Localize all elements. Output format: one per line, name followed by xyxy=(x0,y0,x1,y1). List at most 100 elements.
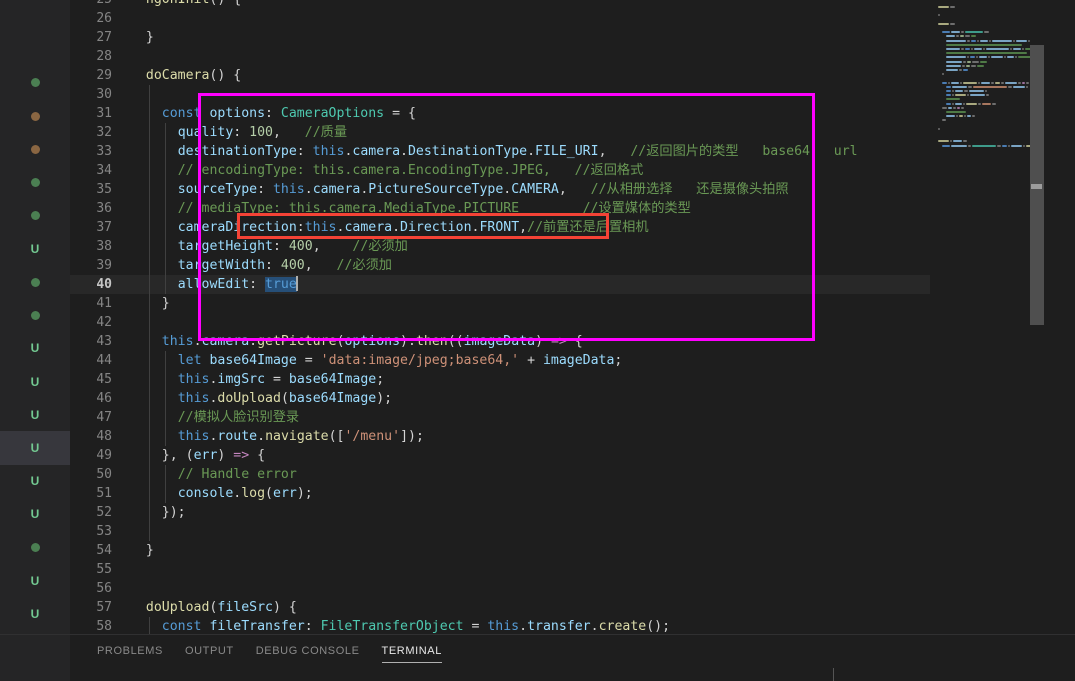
code-line[interactable]: 40 allowEdit: true xyxy=(70,275,1005,294)
scrollbar-thumb[interactable] xyxy=(1030,45,1044,325)
line-content[interactable]: let base64Image = 'data:image/jpeg;base6… xyxy=(130,351,1005,370)
explorer-row[interactable]: U xyxy=(0,597,70,630)
line-content[interactable]: this.route.navigate(['/menu']); xyxy=(130,427,1005,446)
line-content[interactable]: }); xyxy=(130,503,1005,522)
panel-tab-bar[interactable]: PROBLEMS OUTPUT DEBUG CONSOLE TERMINAL xyxy=(86,635,453,667)
line-content[interactable]: }, (err) => { xyxy=(130,446,1005,465)
code-line[interactable]: 33 destinationType: this.camera.Destinati… xyxy=(70,142,1005,161)
line-content[interactable]: destinationType: this.camera.Destination… xyxy=(130,142,1005,161)
code-line[interactable]: 56 xyxy=(70,579,1005,598)
line-content[interactable] xyxy=(130,522,1005,541)
code-line[interactable]: 44 let base64Image = 'data:image/jpeg;bas… xyxy=(70,351,1005,370)
editor-minimap[interactable] xyxy=(930,0,1030,634)
line-content[interactable] xyxy=(130,313,1005,332)
explorer-row[interactable]: U xyxy=(0,564,70,597)
panel-tab-output[interactable]: OUTPUT xyxy=(174,635,245,667)
panel-tab-terminal[interactable]: TERMINAL xyxy=(371,635,453,667)
explorer-row[interactable] xyxy=(0,299,70,332)
code-line[interactable]: 29 doCamera() { xyxy=(70,66,1005,85)
line-content[interactable]: cameraDirection:this.camera.Direction.FR… xyxy=(130,218,1005,237)
explorer-row[interactable]: U xyxy=(0,498,70,531)
code-line[interactable]: 45 this.imgSrc = base64Image; xyxy=(70,370,1005,389)
minimap-line xyxy=(955,90,963,92)
explorer-row[interactable]: U xyxy=(0,365,70,398)
code-line[interactable]: 37 cameraDirection:this.camera.Direction.… xyxy=(70,218,1005,237)
line-content[interactable]: } xyxy=(130,294,1005,313)
code-line[interactable]: 46 this.doUpload(base64Image); xyxy=(70,389,1005,408)
line-content[interactable]: // encodingType: this.camera.EncodingTyp… xyxy=(130,161,1005,180)
indent-guide xyxy=(164,161,166,180)
line-content[interactable] xyxy=(130,560,1005,579)
explorer-row[interactable]: U xyxy=(0,431,70,465)
code-line[interactable]: 32 quality: 100, //质量 xyxy=(70,123,1005,142)
line-content[interactable] xyxy=(130,85,1005,104)
code-line[interactable]: 25ngOnInit() { xyxy=(70,0,1005,9)
explorer-row[interactable]: U xyxy=(0,398,70,431)
explorer-row[interactable]: U xyxy=(0,232,70,265)
code-line[interactable]: 35 sourceType: this.camera.PictureSourceT… xyxy=(70,180,1005,199)
line-content[interactable]: quality: 100, //质量 xyxy=(130,123,1005,142)
code-line[interactable]: 27} xyxy=(70,28,1005,47)
explorer-row[interactable] xyxy=(0,0,70,33)
line-content[interactable]: // mediaType: this.camera.MediaType.PICT… xyxy=(130,199,1005,218)
explorer-row[interactable] xyxy=(0,33,70,66)
line-content[interactable]: ngOnInit() { xyxy=(130,0,1005,9)
code-line[interactable]: 30 xyxy=(70,85,1005,104)
code-line[interactable]: 41} xyxy=(70,294,1005,313)
code-line[interactable]: 48 this.route.navigate(['/menu']); xyxy=(70,427,1005,446)
line-content[interactable]: } xyxy=(130,28,1005,47)
editor-vertical-scrollbar[interactable] xyxy=(1030,0,1044,634)
code-line[interactable]: 28 xyxy=(70,47,1005,66)
line-content[interactable] xyxy=(130,579,1005,598)
line-content[interactable]: const fileTransfer: FileTransferObject =… xyxy=(130,617,1005,634)
panel-tab-debug-console[interactable]: DEBUG CONSOLE xyxy=(245,635,371,667)
explorer-gutter-strip[interactable]: UUUUUUUUUUUUUUUUU xyxy=(0,0,70,681)
code-line[interactable]: 54} xyxy=(70,541,1005,560)
line-content[interactable]: allowEdit: true xyxy=(130,275,1005,294)
line-content[interactable]: this.doUpload(base64Image); xyxy=(130,389,1005,408)
code-line[interactable]: 34 // encodingType: this.camera.EncodingT… xyxy=(70,161,1005,180)
line-content[interactable]: console.log(err); xyxy=(130,484,1005,503)
code-line[interactable]: 42 xyxy=(70,313,1005,332)
explorer-row[interactable] xyxy=(0,199,70,232)
line-content[interactable]: sourceType: this.camera.PictureSourceTyp… xyxy=(130,180,1005,199)
line-content[interactable]: } xyxy=(130,541,1005,560)
explorer-row[interactable]: U xyxy=(0,465,70,498)
line-content[interactable]: // Handle error xyxy=(130,465,1005,484)
code-line[interactable]: 38 targetHeight: 400, //必须加 xyxy=(70,237,1005,256)
line-content[interactable]: doUpload(fileSrc) { xyxy=(130,598,1005,617)
line-content[interactable]: this.imgSrc = base64Image; xyxy=(130,370,1005,389)
code-line[interactable]: 52}); xyxy=(70,503,1005,522)
code-line[interactable]: 57 doUpload(fileSrc) { xyxy=(70,598,1005,617)
code-line[interactable]: 49}, (err) => { xyxy=(70,446,1005,465)
code-line[interactable]: 26 xyxy=(70,9,1005,28)
code-editor[interactable]: 25ngOnInit() {2627}2829doCamera() {3031c… xyxy=(70,0,1075,634)
code-line[interactable]: 36 // mediaType: this.camera.MediaType.PI… xyxy=(70,199,1005,218)
explorer-row[interactable] xyxy=(0,100,70,133)
explorer-row[interactable]: U xyxy=(0,332,70,365)
code-line[interactable]: 43 this.camera.getPicture(options).then((… xyxy=(70,332,1005,351)
explorer-row[interactable] xyxy=(0,133,70,166)
line-content[interactable]: this.camera.getPicture(options).then((im… xyxy=(130,332,1005,351)
line-content[interactable]: doCamera() { xyxy=(130,66,1005,85)
line-content[interactable] xyxy=(130,9,1005,28)
explorer-row[interactable] xyxy=(0,166,70,199)
explorer-row[interactable] xyxy=(0,266,70,299)
code-line[interactable]: 39 targetWidth: 400, //必须加 xyxy=(70,256,1005,275)
code-line[interactable]: 51 console.log(err); xyxy=(70,484,1005,503)
code-lines-container[interactable]: 25ngOnInit() {2627}2829doCamera() {3031c… xyxy=(70,0,1005,634)
code-line[interactable]: 31 const options: CameraOptions = { xyxy=(70,104,1005,123)
code-line[interactable]: 53 xyxy=(70,522,1005,541)
line-content[interactable]: targetWidth: 400, //必须加 xyxy=(130,256,1005,275)
line-content[interactable] xyxy=(130,47,1005,66)
line-content[interactable]: targetHeight: 400, //必须加 xyxy=(130,237,1005,256)
code-line[interactable]: 50 // Handle error xyxy=(70,465,1005,484)
explorer-row[interactable] xyxy=(0,531,70,564)
line-content[interactable]: //模拟人脸识别登录 xyxy=(130,408,1005,427)
explorer-row[interactable] xyxy=(0,66,70,99)
code-line[interactable]: 47 //模拟人脸识别登录 xyxy=(70,408,1005,427)
code-line[interactable]: 55 xyxy=(70,560,1005,579)
code-line[interactable]: 58 const fileTransfer: FileTransferObject… xyxy=(70,617,1005,634)
panel-tab-problems[interactable]: PROBLEMS xyxy=(86,635,174,667)
line-content[interactable]: const options: CameraOptions = { xyxy=(130,104,1005,123)
